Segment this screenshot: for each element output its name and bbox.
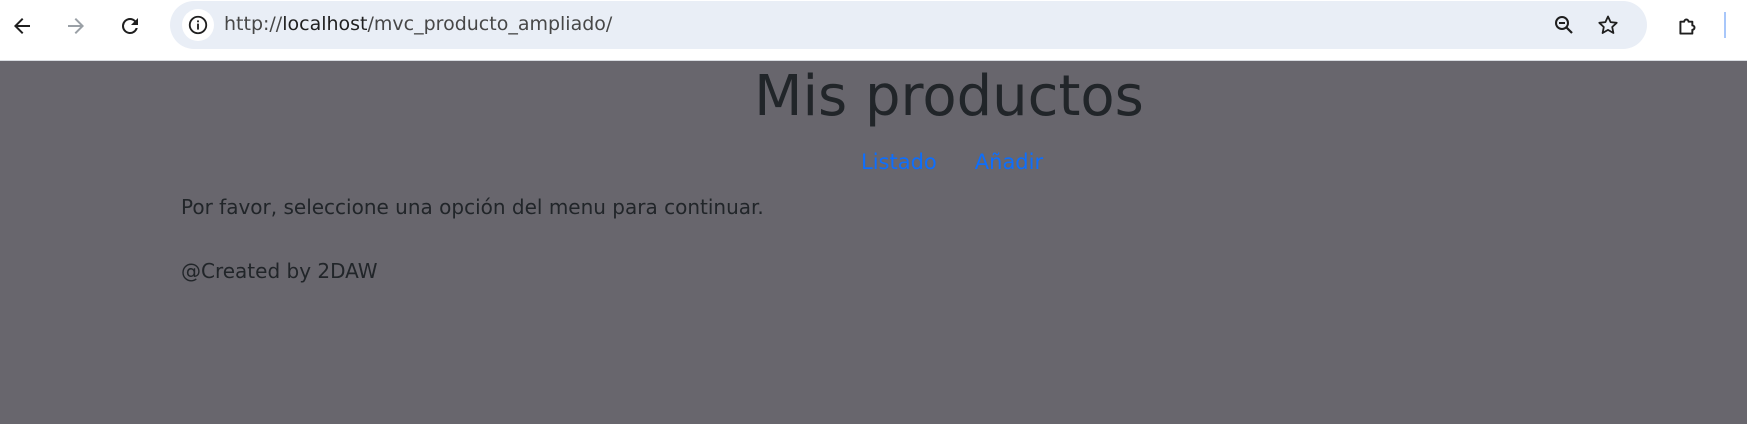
back-button[interactable] [2,6,42,46]
toolbar-divider [1724,12,1726,38]
zoom-out-icon [1555,16,1573,34]
footer-credit: @Created by 2DAW [181,259,378,283]
arrow-left-icon [14,18,30,34]
address-bar[interactable]: http://localhost/mvc_producto_ampliado/ [170,1,1647,49]
url-host: localhost [282,13,368,35]
forward-button[interactable] [56,6,96,46]
menu-link-listado[interactable]: Listado [861,150,937,174]
url-scheme: http:// [224,13,283,35]
menu-link-anadir[interactable]: Añadir [975,150,1043,174]
site-info-button[interactable] [182,9,214,41]
page-viewport: Mis productos Listado Añadir Por favor, s… [0,61,1747,424]
browser-toolbar: http://localhost/mvc_producto_ampliado/ [0,0,1747,61]
reload-icon [122,18,138,34]
zoom-button[interactable] [1548,9,1580,41]
page-title: Mis productos [754,64,1144,129]
url-text[interactable]: http://localhost/mvc_producto_ampliado/ [224,13,612,35]
instruction-message: Por favor, seleccione una opción del men… [181,195,764,219]
url-path: /mvc_producto_ampliado/ [367,13,613,35]
extensions-button[interactable] [1670,8,1706,44]
arrow-right-icon [68,18,84,34]
info-icon [188,15,208,35]
star-icon [1598,15,1618,34]
bookmark-button[interactable] [1592,9,1624,41]
puzzle-icon [1679,18,1696,35]
main-menu: Listado Añadir [861,150,1081,174]
reload-button[interactable] [110,6,150,46]
